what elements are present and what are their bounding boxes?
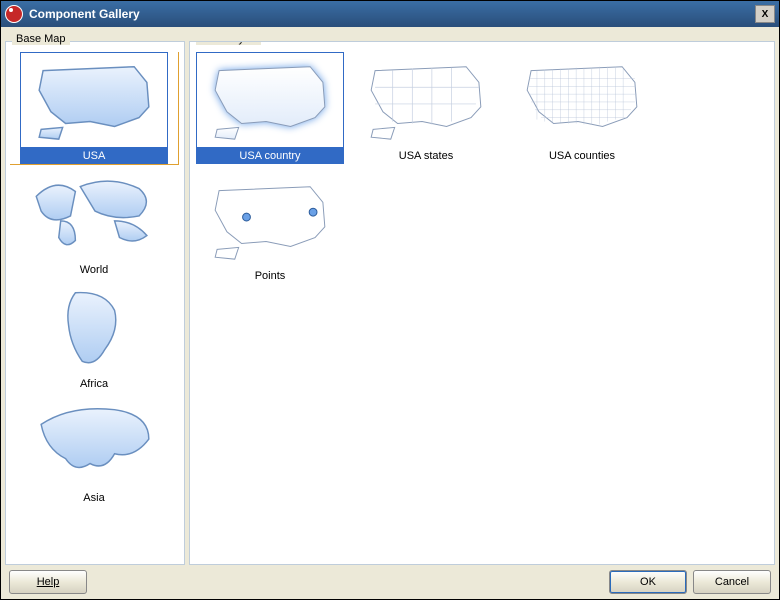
map-thumb-world	[20, 166, 168, 262]
ok-button[interactable]: OK	[609, 570, 687, 594]
area-layer-item-usa-states[interactable]: USA states	[352, 52, 500, 164]
base-map-scroll[interactable]: USA World	[10, 52, 180, 560]
base-map-item-asia[interactable]: Asia	[10, 394, 178, 506]
map-thumb-usa	[20, 52, 168, 148]
base-map-item-africa[interactable]: Africa	[10, 280, 178, 392]
app-icon	[5, 5, 23, 23]
titlebar: Component Gallery X	[1, 1, 779, 27]
content-area: Base Map USA	[1, 27, 779, 565]
base-map-item-label: Africa	[20, 376, 168, 392]
area-layer-item-points[interactable]: Points	[196, 172, 344, 284]
map-thumb-usa-states	[352, 52, 500, 148]
base-map-item-label: USA	[20, 148, 168, 164]
base-map-panel: Base Map USA	[5, 41, 185, 565]
map-thumb-asia	[20, 394, 168, 490]
base-map-item-usa[interactable]: USA	[10, 52, 178, 164]
area-layer-label: Area Layer:	[196, 41, 261, 45]
component-gallery-dialog: Component Gallery X Base Map USA	[0, 0, 780, 600]
area-layer-item-label: Points	[196, 268, 344, 284]
area-layer-item-usa-counties[interactable]: USA counties	[508, 52, 656, 164]
base-map-item-label: Asia	[20, 490, 168, 506]
area-layer-item-usa-country[interactable]: USA country	[196, 52, 344, 164]
map-thumb-points	[196, 172, 344, 268]
map-thumb-usa-counties	[508, 52, 656, 148]
button-row: Help OK Cancel	[1, 565, 779, 599]
area-layer-item-label: USA country	[196, 148, 344, 164]
base-map-item-world[interactable]: World	[10, 166, 178, 278]
help-button[interactable]: Help	[9, 570, 87, 594]
area-layer-item-label: USA states	[352, 148, 500, 164]
base-map-label: Base Map	[12, 33, 70, 45]
base-map-item-label: World	[20, 262, 168, 278]
close-icon[interactable]: X	[755, 5, 775, 23]
area-layer-item-label: USA counties	[508, 148, 656, 164]
area-layer-panel: Area Layer: USA country	[189, 41, 775, 565]
map-thumb-africa	[20, 280, 168, 376]
map-thumb-usa-country	[196, 52, 344, 148]
window-title: Component Gallery	[29, 7, 755, 21]
cancel-button[interactable]: Cancel	[693, 570, 771, 594]
